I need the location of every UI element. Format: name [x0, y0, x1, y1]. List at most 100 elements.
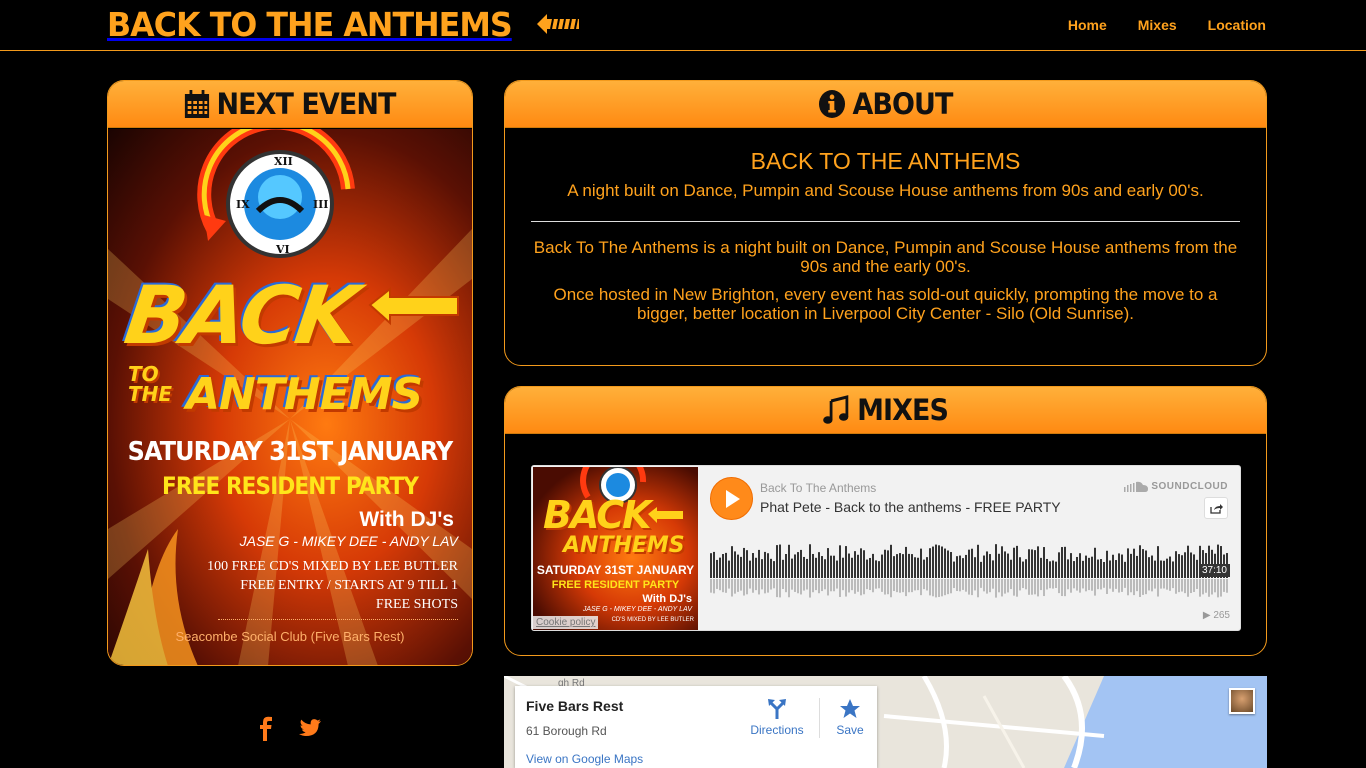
- svg-text:XII: XII: [274, 155, 293, 168]
- waveform-reflection: [1022, 579, 1024, 589]
- waveform-bar: [779, 544, 781, 578]
- waveform-bar: [1001, 546, 1003, 578]
- waveform-bar: [1112, 554, 1114, 578]
- soundcloud-logo[interactable]: SOUNDCLOUD: [1124, 481, 1228, 492]
- waveform-reflection: [1208, 579, 1210, 597]
- poster-anthems-text: ANTHEMS: [186, 369, 423, 420]
- waveform-bar: [761, 559, 763, 578]
- artwork-djs: JASE G - MIKEY DEE - ANDY LAV: [582, 606, 692, 613]
- cookie-policy-link[interactable]: Cookie policy: [533, 616, 599, 629]
- waveform-reflection: [905, 579, 907, 597]
- waveform-reflection: [1127, 579, 1129, 596]
- waveform-bar: [986, 551, 988, 578]
- waveform-reflection: [1001, 579, 1003, 597]
- waveform-reflection: [1037, 579, 1039, 597]
- waveform-reflection: [830, 579, 832, 592]
- waveform-bar: [1196, 559, 1198, 578]
- waveform-bar: [1127, 548, 1129, 578]
- waveform-reflection: [1202, 579, 1204, 595]
- soundcloud-icon: [1124, 481, 1149, 492]
- waveform-reflection: [932, 579, 934, 597]
- waveform-bar: [1154, 560, 1156, 578]
- track-user[interactable]: Back To The Anthems: [760, 481, 876, 495]
- arrow-left-icon: [536, 14, 579, 34]
- waveform-bar: [713, 551, 715, 578]
- waveform-bar: [1067, 559, 1069, 578]
- waveform-reflection: [1139, 579, 1141, 598]
- waveform-bar: [800, 549, 802, 578]
- waveform-reflection: [1124, 579, 1126, 588]
- waveform-bar: [884, 549, 886, 578]
- waveform-bar: [842, 557, 844, 578]
- waveform-reflection: [956, 579, 958, 592]
- share-button[interactable]: [1204, 497, 1228, 519]
- waveform-bar: [764, 551, 766, 578]
- play-button[interactable]: [710, 477, 753, 520]
- waveform-reflection: [974, 579, 976, 591]
- waveform-bar: [1043, 547, 1045, 578]
- waveform-bar: [722, 554, 724, 578]
- waveform-bar: [860, 548, 862, 578]
- waveform-reflection: [917, 579, 919, 591]
- track-title[interactable]: Phat Pete - Back to the anthems - FREE P…: [760, 499, 1061, 515]
- waveform-reflection: [929, 579, 931, 596]
- waveform-reflection: [1154, 579, 1156, 589]
- waveform-reflection: [854, 579, 856, 594]
- place-name: Five Bars Rest: [526, 698, 624, 714]
- waveform-bar: [710, 553, 712, 578]
- waveform-reflection: [1019, 579, 1021, 591]
- waveform-reflection: [1004, 579, 1006, 594]
- track-duration: 37:10: [1198, 564, 1230, 577]
- waveform-bar: [1022, 561, 1024, 578]
- waveform-bar: [1136, 555, 1138, 578]
- twitter-link[interactable]: [298, 714, 322, 742]
- waveform-bar: [1133, 548, 1135, 578]
- nav-location[interactable]: Location: [1208, 17, 1266, 33]
- track-artwork[interactable]: BACK ANTHEMS SATURDAY 31ST JANUARY FREE …: [533, 467, 698, 630]
- waveform-reflection: [1058, 579, 1060, 594]
- waveform-bar: [824, 559, 826, 578]
- waveform-bar: [872, 553, 874, 578]
- mixes-title: MIXES: [857, 393, 949, 427]
- waveform-bar: [794, 554, 796, 578]
- waveform-bar: [911, 554, 913, 578]
- waveform-reflection: [821, 579, 823, 592]
- waveform-bar: [770, 558, 772, 578]
- waveform-bar: [1097, 559, 1099, 578]
- waveform-reflection: [1055, 579, 1057, 589]
- waveform-bar: [758, 549, 760, 578]
- location-map[interactable]: gh Rd Five Bars Rest 61 Borough Rd View …: [504, 676, 1267, 768]
- waveform-reflection: [794, 579, 796, 592]
- waveform-reflection: [749, 579, 751, 589]
- save-button[interactable]: Save: [830, 698, 870, 737]
- brand-logo[interactable]: BACK TO THE ANTHEMS: [107, 4, 579, 44]
- waveform-bar: [1073, 561, 1075, 578]
- waveform-bar: [1064, 546, 1066, 578]
- user-avatar[interactable]: [1229, 688, 1255, 714]
- place-address: 61 Borough Rd: [526, 724, 607, 738]
- waveform-reflection: [1181, 579, 1183, 592]
- nav-mixes[interactable]: Mixes: [1138, 17, 1177, 33]
- waveform-reflection: [1157, 579, 1159, 597]
- waveform-reflection: [998, 579, 1000, 593]
- waveform-reflection: [911, 579, 913, 593]
- waveform-reflection: [1190, 579, 1192, 594]
- waveform-reflection: [986, 579, 988, 594]
- view-on-google-maps-link[interactable]: View on Google Maps: [526, 752, 643, 766]
- waveform-bar: [1184, 552, 1186, 578]
- event-poster[interactable]: XII III VI IX BACK TO THE ANTHEMS SATURDAY 3…: [108, 129, 472, 665]
- waveform-reflection: [761, 579, 763, 590]
- waveform-bar: [947, 550, 949, 578]
- waveform-bar: [1142, 549, 1144, 578]
- waveform[interactable]: [710, 534, 1230, 624]
- waveform-reflection: [1148, 579, 1150, 591]
- facebook-link[interactable]: [256, 714, 280, 742]
- waveform-reflection: [1118, 579, 1120, 593]
- waveform-bar: [854, 551, 856, 578]
- waveform-reflection: [923, 579, 925, 590]
- waveform-reflection: [779, 579, 781, 598]
- nav-home[interactable]: Home: [1068, 17, 1107, 33]
- directions-button[interactable]: Directions: [747, 698, 807, 737]
- waveform-bar: [932, 546, 934, 578]
- waveform-reflection: [1028, 579, 1030, 595]
